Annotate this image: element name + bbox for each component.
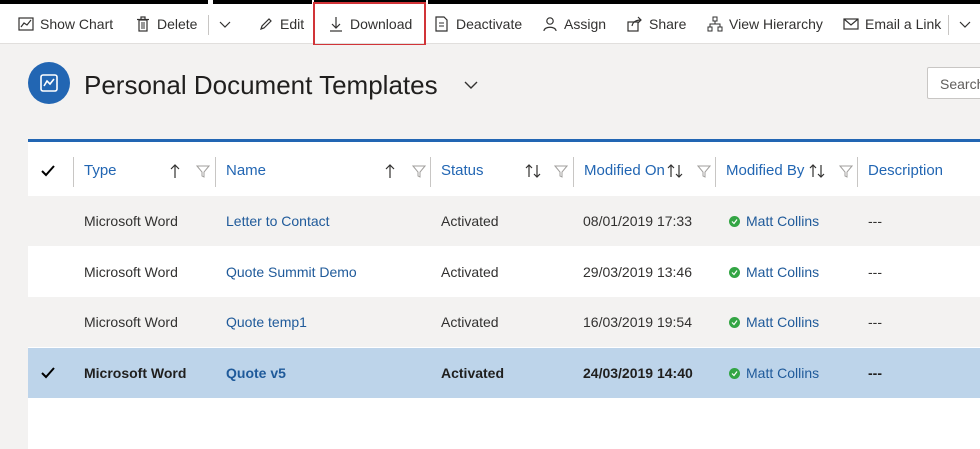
cell-description: --- (868, 213, 882, 229)
table-row[interactable]: Microsoft Word Quote temp1 Activated 16/… (28, 297, 980, 347)
view-hierarchy-label: View Hierarchy (729, 16, 823, 32)
column-header-status[interactable]: Status (441, 145, 484, 196)
email-link-label: Email a Link (865, 16, 942, 32)
cell-name-link[interactable]: Letter to Contact (226, 196, 330, 246)
share-button[interactable]: Share (627, 4, 686, 44)
column-header-description[interactable]: Description (868, 145, 943, 196)
modified-by-link[interactable]: Matt Collins (746, 213, 819, 229)
column-label-status: Status (441, 162, 484, 179)
cell-modified-on: 29/03/2019 13:46 (583, 264, 692, 280)
more-commands-dropdown[interactable] (218, 4, 238, 44)
chevron-down-icon (959, 21, 971, 28)
cell-description: --- (868, 264, 882, 280)
column-label-modified-by: Modified By (726, 162, 805, 179)
cell-type: Microsoft Word (84, 213, 178, 229)
status-available-icon (729, 215, 740, 227)
page-title: Personal Document Templates (84, 70, 438, 100)
chevron-down-icon (219, 21, 231, 28)
filter-icon[interactable] (839, 145, 853, 196)
column-header-modified-on[interactable]: Modified On (584, 145, 665, 196)
cell-modified-by[interactable]: Matt Collins (729, 247, 819, 297)
modified-by-link[interactable]: Matt Collins (746, 365, 819, 381)
status-available-icon (729, 316, 740, 328)
show-chart-label: Show Chart (40, 16, 114, 32)
cell-type: Microsoft Word (84, 264, 178, 280)
cell-status: Activated (441, 213, 499, 229)
chart-icon (18, 17, 34, 31)
cell-modified-by[interactable]: Matt Collins (729, 297, 819, 347)
status-available-icon (729, 266, 740, 278)
filter-icon[interactable] (697, 145, 711, 196)
cell-modified-by[interactable]: Matt Collins (729, 348, 819, 398)
share-label: Share (649, 16, 687, 32)
pencil-icon (260, 18, 272, 30)
checkmark-icon (41, 164, 55, 176)
delete-label: Delete (157, 16, 198, 32)
cell-description: --- (868, 365, 882, 381)
overflow-dropdown[interactable] (958, 4, 978, 44)
command-bar: Show Chart Delete Edit Download Deactiva… (0, 4, 980, 44)
column-label-description: Description (868, 162, 944, 179)
search-input[interactable]: Search (927, 67, 980, 99)
status-available-icon (729, 367, 740, 379)
filter-icon[interactable] (554, 145, 568, 196)
modified-by-link[interactable]: Matt Collins (746, 264, 819, 280)
deactivate-label: Deactivate (456, 16, 523, 32)
trash-icon (137, 16, 149, 32)
view-selector-chevron-icon[interactable] (462, 76, 480, 99)
cell-status: Activated (441, 264, 499, 280)
sort-both-icon[interactable] (808, 145, 826, 196)
sort-ascending-icon[interactable] (169, 145, 181, 196)
cell-type: Microsoft Word (84, 314, 178, 330)
download-highlight-box (313, 2, 426, 46)
column-header-type[interactable]: Type (84, 145, 117, 196)
edit-button[interactable]: Edit (258, 4, 304, 44)
checkmark-icon (41, 367, 55, 379)
column-header-modified-by[interactable]: Modified By (726, 145, 804, 196)
email-link-button[interactable]: Email a Link (843, 4, 941, 44)
assign-label: Assign (564, 16, 607, 32)
sort-both-icon[interactable] (524, 145, 542, 196)
share-icon (627, 16, 642, 32)
document-deactivate-icon (435, 16, 448, 32)
sort-both-icon[interactable] (666, 145, 684, 196)
grid-header: Type Name Status Modified On Modified By… (28, 145, 980, 196)
column-label-name: Name (226, 162, 267, 179)
filter-icon[interactable] (196, 145, 210, 196)
cell-name-link[interactable]: Quote temp1 (226, 297, 307, 347)
column-label-modified-on: Modified On (584, 162, 665, 179)
hierarchy-icon (707, 16, 723, 32)
sort-ascending-icon[interactable] (384, 145, 396, 196)
deactivate-button[interactable]: Deactivate (434, 4, 522, 44)
table-row[interactable]: Microsoft Word Letter to Contact Activat… (28, 196, 980, 246)
document-template-icon (28, 62, 70, 104)
cell-name-link[interactable]: Quote Summit Demo (226, 247, 357, 297)
email-icon (843, 18, 859, 30)
cell-description: --- (868, 314, 882, 330)
cell-name-link[interactable]: Quote v5 (226, 348, 286, 398)
cell-modified-on: 08/01/2019 17:33 (583, 213, 692, 229)
cell-type: Microsoft Word (84, 365, 187, 381)
column-label-type: Type (84, 162, 117, 179)
table-row[interactable]: Microsoft Word Quote Summit Demo Activat… (28, 247, 980, 297)
column-header-name[interactable]: Name (226, 145, 266, 196)
cell-status: Activated (441, 365, 505, 381)
person-icon (543, 17, 557, 32)
cell-modified-on: 24/03/2019 14:40 (583, 365, 693, 381)
table-row-selected[interactable]: Microsoft Word Quote v5 Activated 24/03/… (28, 348, 980, 398)
show-chart-button[interactable]: Show Chart (18, 4, 113, 44)
filter-icon[interactable] (412, 145, 426, 196)
view-hierarchy-button[interactable]: View Hierarchy (707, 4, 823, 44)
cell-modified-by[interactable]: Matt Collins (729, 196, 819, 246)
left-gutter (8, 125, 28, 445)
edit-label: Edit (280, 16, 305, 32)
select-all-checkbox[interactable] (40, 145, 56, 196)
cell-status: Activated (441, 314, 499, 330)
modified-by-link[interactable]: Matt Collins (746, 314, 819, 330)
delete-button[interactable]: Delete (135, 4, 197, 44)
cell-modified-on: 16/03/2019 19:54 (583, 314, 692, 330)
row-checkbox[interactable] (40, 348, 56, 398)
assign-button[interactable]: Assign (542, 4, 606, 44)
